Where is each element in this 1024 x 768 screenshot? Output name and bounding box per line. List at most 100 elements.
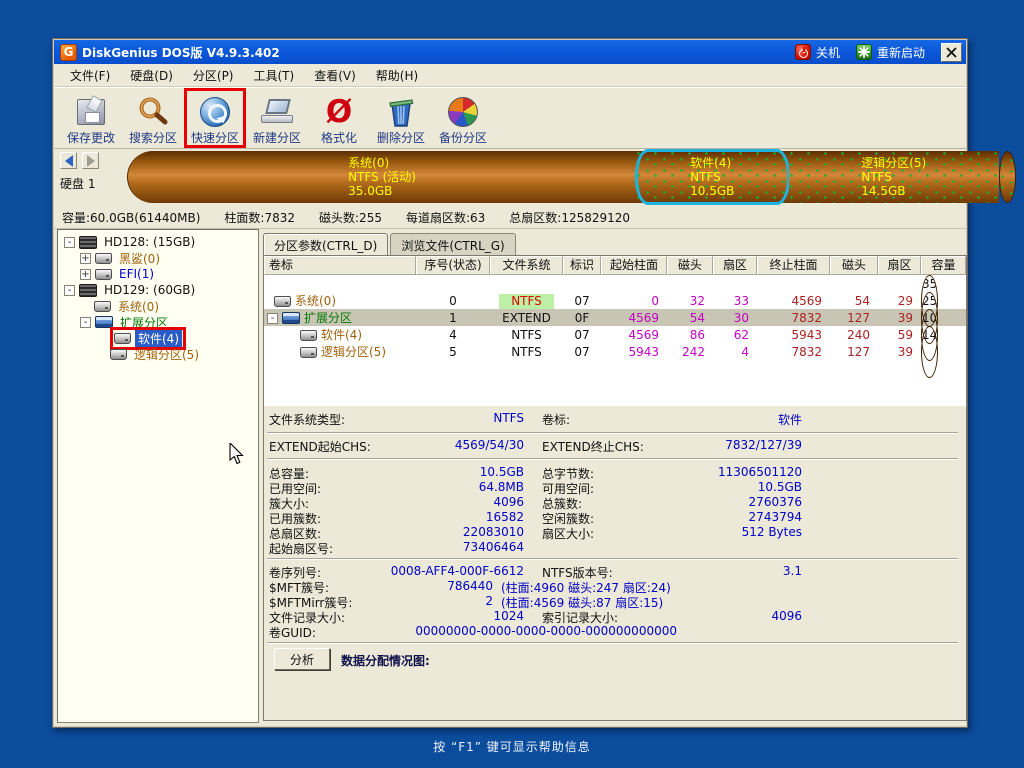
detail-row: 起始扇区号: 73406464	[269, 540, 961, 555]
partition-table: 卷标 序号(状态) 文件系统 标识 起始柱面 磁头 扇区 终止柱面 磁头 扇区 …	[264, 256, 966, 406]
detail-row: 已用簇数: 16582 空闲簇数: 2743794	[269, 510, 961, 525]
harddisk-icon	[79, 284, 97, 297]
app-logo-icon: G	[60, 44, 77, 61]
partition-content-box: 卷标 序号(状态) 文件系统 标识 起始柱面 磁头 扇区 终止柱面 磁头 扇区 …	[263, 255, 967, 721]
collapse-icon[interactable]: -	[267, 313, 278, 324]
detail-row: 文件系统类型: NTFS 卷标: 软件	[269, 411, 961, 426]
col-header-sector1[interactable]: 扇区	[713, 256, 757, 275]
tab-browse-files[interactable]: 浏览文件(CTRL_G)	[390, 233, 515, 255]
disk-strip: 硬盘 1 系统(0) NTFS (活动) 35.0GB 软件(4) NTFS 1…	[54, 149, 966, 206]
window-title: DiskGenius DOS版 V4.9.3.402	[82, 44, 795, 61]
desktop-help-hint: 按 “F1” 键可显示帮助信息	[0, 738, 1024, 755]
detail-row: 卷GUID: 00000000-0000-0000-0000-000000000…	[269, 624, 961, 639]
tab-bar: 分区参数(CTRL_D) 浏览文件(CTRL_G)	[263, 233, 518, 255]
quick-partition-icon	[200, 97, 230, 127]
save-icon	[77, 99, 105, 125]
menu-partition[interactable]: 分区(P)	[183, 64, 244, 87]
detail-row: 簇大小: 4096 总簇数: 2760376	[269, 495, 961, 510]
col-header-volume[interactable]: 卷标	[264, 256, 416, 275]
search-partition-button[interactable]: 搜索分区	[122, 92, 184, 146]
col-header-filesystem[interactable]: 文件系统	[490, 256, 563, 275]
backup-partition-button[interactable]: 备份分区	[432, 92, 494, 146]
titlebar[interactable]: G DiskGenius DOS版 V4.9.3.402 关机 重新启动	[54, 40, 966, 64]
save-changes-button[interactable]: 保存更改	[60, 92, 122, 146]
partition-icon	[110, 349, 127, 360]
partition-icon	[300, 330, 317, 341]
collapse-icon[interactable]: -	[64, 285, 75, 296]
collapse-icon[interactable]: -	[64, 237, 75, 248]
tree-item-hd128[interactable]: - HD128: (15GB)	[58, 234, 258, 250]
tree-item-hd129[interactable]: - HD129: (60GB)	[58, 282, 258, 298]
toolbar: 保存更改 搜索分区 快速分区 新建分区	[54, 87, 966, 149]
col-header-sector2[interactable]: 扇区	[878, 256, 921, 275]
col-header-endcyl[interactable]: 终止柱面	[757, 256, 830, 275]
analyze-row: 分析 数据分配情况图:	[269, 648, 961, 672]
harddisk-icon	[79, 236, 97, 249]
divider	[267, 432, 958, 434]
detail-row: 已用空间: 64.8MB 可用空间: 10.5GB	[269, 480, 961, 495]
col-header-index[interactable]: 序号(状态)	[416, 256, 490, 275]
detail-row: 总扇区数: 22083010 扇区大小: 512 Bytes	[269, 525, 961, 540]
disk-segment-system[interactable]: 系统(0) NTFS (活动) 35.0GB	[127, 151, 636, 203]
detail-row: EXTEND起始CHS: 4569/54/30 EXTEND终止CHS: 783…	[269, 438, 961, 453]
close-button[interactable]	[941, 43, 962, 62]
new-partition-button[interactable]: 新建分区	[246, 92, 308, 146]
partition-icon	[114, 333, 131, 344]
expand-icon[interactable]: +	[80, 269, 91, 280]
extended-partition-icon	[282, 312, 300, 324]
partition-icon	[274, 296, 291, 307]
col-header-capacity[interactable]: 容量	[921, 256, 966, 275]
partition-icon	[94, 301, 111, 312]
menu-tools[interactable]: 工具(T)	[244, 64, 305, 87]
partition-tree: - HD128: (15GB) + 黑鲨(0) + EFI(1) - HD129…	[57, 229, 259, 723]
col-header-head2[interactable]: 磁头	[830, 256, 878, 275]
next-disk-button[interactable]	[82, 152, 99, 169]
shutdown-button[interactable]: 关机	[795, 44, 840, 61]
chevron-right-icon	[87, 155, 95, 167]
divider	[267, 558, 958, 560]
format-icon: Ø	[326, 97, 352, 127]
disk-heads: 磁头数:255	[319, 209, 382, 226]
detail-row: 文件记录大小: 1024 索引记录大小: 4096	[269, 609, 961, 624]
menu-disk[interactable]: 硬盘(D)	[120, 64, 183, 87]
expand-icon[interactable]: +	[80, 253, 91, 264]
disk-segment-logical[interactable]: 逻辑分区(5) NTFS 14.5GB	[789, 151, 999, 203]
quick-partition-button[interactable]: 快速分区	[184, 92, 246, 146]
delete-partition-button[interactable]: 删除分区	[370, 92, 432, 146]
tree-item-soft[interactable]: 软件(4)	[58, 330, 258, 346]
partition-details: 文件系统类型: NTFS 卷标: 软件 EXTEND起始CHS: 4569/54…	[264, 406, 966, 720]
disk-sectors-per-track: 每道扇区数:63	[406, 209, 485, 226]
prev-disk-button[interactable]	[60, 152, 77, 169]
col-header-head1[interactable]: 磁头	[667, 256, 713, 275]
col-header-id[interactable]: 标识	[563, 256, 601, 275]
backup-partition-icon	[448, 97, 478, 127]
col-header-startcyl[interactable]: 起始柱面	[601, 256, 667, 275]
format-button[interactable]: Ø 格式化	[308, 92, 370, 146]
disk-segment-soft[interactable]: 软件(4) NTFS 10.5GB	[636, 151, 788, 203]
restart-button[interactable]: 重新启动	[856, 44, 925, 61]
tree-item-efi[interactable]: + EFI(1)	[58, 266, 258, 282]
disk-info-bar: 容量:60.0GB(61440MB) 柱面数:7832 磁头数:255 每道扇区…	[54, 206, 966, 229]
tree-item-logical[interactable]: 逻辑分区(5)	[58, 346, 258, 362]
detail-row: 卷序列号: 0008-AFF4-000F-6612 NTFS版本号: 3.1	[269, 564, 961, 579]
menu-file[interactable]: 文件(F)	[60, 64, 120, 87]
table-row-system[interactable]: 系统(0) 0 NTFS 07 0 32 33 4569 54 29 35.0G…	[264, 275, 966, 292]
analyze-button[interactable]: 分析	[274, 648, 330, 670]
collapse-icon[interactable]: -	[80, 317, 91, 328]
tree-item-heisha[interactable]: + 黑鲨(0)	[58, 250, 258, 266]
disk-cylinders: 柱面数:7832	[224, 209, 295, 226]
disk-cylinder-bar: 系统(0) NTFS (活动) 35.0GB 软件(4) NTFS 10.5GB…	[127, 151, 1016, 203]
search-partition-icon	[137, 96, 169, 128]
table-header-row: 卷标 序号(状态) 文件系统 标识 起始柱面 磁头 扇区 终止柱面 磁头 扇区 …	[264, 256, 966, 275]
delete-partition-icon	[386, 96, 416, 128]
menu-view[interactable]: 查看(V)	[304, 64, 366, 87]
partition-detail-panel: 分区参数(CTRL_D) 浏览文件(CTRL_G) 卷标 序号(状态) 文件系统…	[263, 229, 967, 723]
tab-partition-params[interactable]: 分区参数(CTRL_D)	[263, 233, 388, 255]
detail-row: $MFTMirr簇号: 2 (柱面:4569 磁头:87 扇区:15)	[269, 594, 961, 609]
tree-item-system[interactable]: 系统(0)	[58, 298, 258, 314]
partition-icon	[300, 347, 317, 358]
shutdown-label: 关机	[816, 44, 840, 61]
menu-bar: 文件(F) 硬盘(D) 分区(P) 工具(T) 查看(V) 帮助(H)	[54, 64, 966, 87]
menu-help[interactable]: 帮助(H)	[366, 64, 428, 87]
power-icon	[795, 44, 811, 60]
